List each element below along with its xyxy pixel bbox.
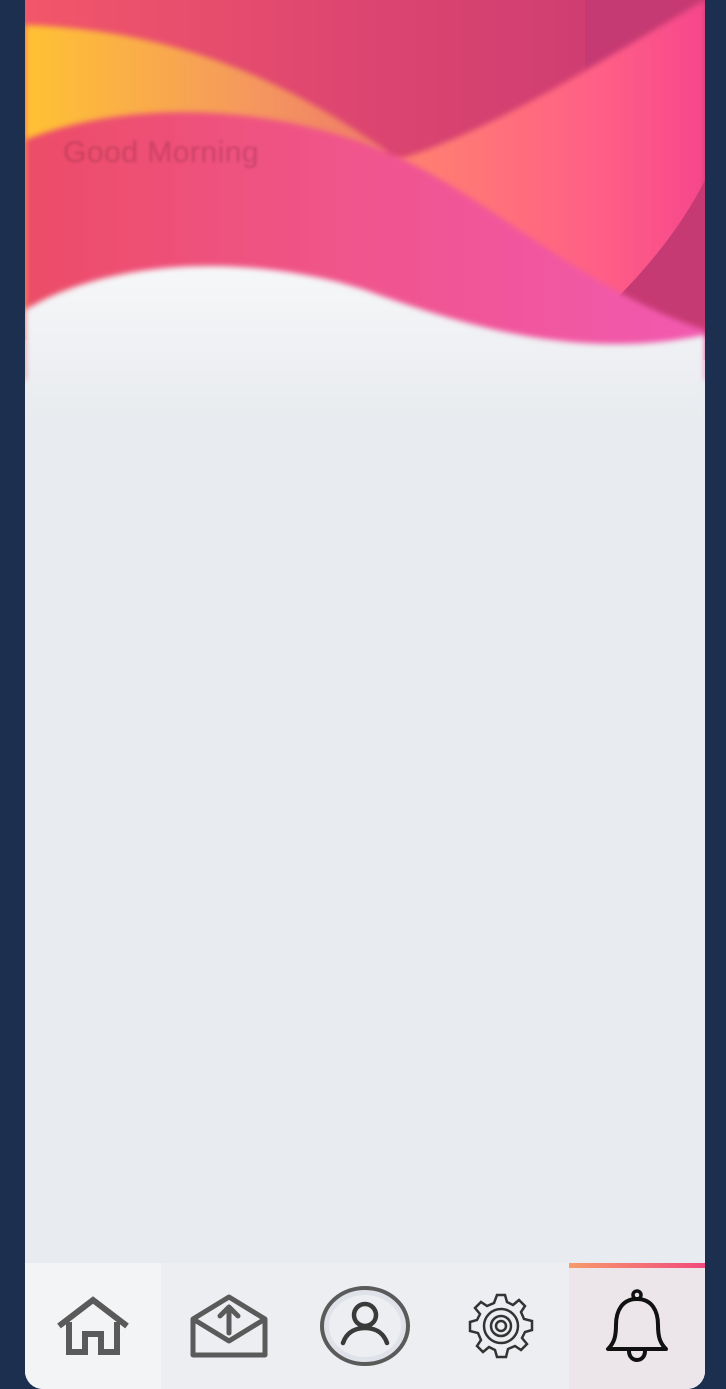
nav-tab-home[interactable] <box>25 1263 161 1389</box>
header-wave-background <box>25 0 705 420</box>
home-icon <box>53 1294 133 1358</box>
nav-tab-notifications[interactable] <box>569 1263 705 1389</box>
nav-tab-profile[interactable] <box>297 1263 433 1389</box>
app-screen: Good Morning <box>25 0 705 1389</box>
bottom-navigation-bar <box>25 1263 705 1389</box>
greeting-text: Good Morning <box>63 136 260 169</box>
profile-icon <box>319 1285 411 1367</box>
main-content-area <box>25 360 705 1260</box>
bell-icon <box>604 1289 670 1363</box>
mail-upload-icon <box>189 1293 269 1359</box>
gear-icon <box>466 1291 536 1361</box>
active-tab-indicator <box>569 1263 705 1268</box>
nav-tab-settings[interactable] <box>433 1263 569 1389</box>
nav-tab-messages[interactable] <box>161 1263 297 1389</box>
